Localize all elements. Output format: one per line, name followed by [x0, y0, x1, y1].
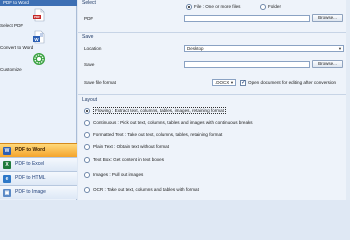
- nav-label: PDF to Word: [15, 147, 46, 153]
- sidebar: PDF to Word PDF Select PDF W Convert to …: [0, 0, 77, 200]
- save-section-title: Save: [82, 34, 94, 40]
- excel-icon: X: [3, 161, 11, 169]
- select-section-title: Select: [82, 0, 96, 6]
- layout-option-label: Plain Text : Obtain text without format: [93, 144, 170, 149]
- save-path-input[interactable]: [184, 61, 310, 68]
- chevron-down-icon: ▼: [230, 80, 234, 85]
- layout-option-label: OCR : Take out text, columns and tables …: [93, 187, 199, 192]
- layout-section-title: Layout: [82, 97, 98, 103]
- convert-word-icon: W: [32, 30, 46, 44]
- layout-option-flowing[interactable]: Flowing : Extract text, columns, tables,…: [84, 107, 346, 115]
- nav-label: PDF to Image: [15, 189, 46, 195]
- radio[interactable]: [84, 157, 90, 163]
- save-path-label: Save: [84, 62, 95, 67]
- sidebar-title: PDF to Word: [0, 0, 77, 6]
- select-pdf-label: Select PDF: [0, 23, 24, 28]
- vertical-scrollbar[interactable]: [346, 0, 350, 200]
- radio[interactable]: [84, 120, 90, 126]
- radio[interactable]: [84, 187, 90, 193]
- layout-option-continuous[interactable]: Continuous : Pick out text, columns, tab…: [84, 119, 346, 127]
- customize-button[interactable]: Customize: [0, 52, 77, 72]
- format-label: Save file format: [84, 80, 116, 85]
- main-panel: Select File : One or more files Folder P…: [78, 0, 350, 200]
- image-icon: ▣: [3, 189, 11, 197]
- nav-pdf-to-word[interactable]: W PDF to Word: [0, 143, 77, 157]
- nav-pdf-to-excel[interactable]: X PDF to Excel: [0, 157, 77, 171]
- format-value: .DOCX: [215, 80, 230, 85]
- location-select[interactable]: Desktop ▼: [184, 45, 344, 52]
- pdf-path-input[interactable]: [184, 15, 310, 22]
- html-icon: e: [3, 175, 11, 183]
- layout-option-label: Text Box: Get content in text boxes: [93, 157, 164, 162]
- layout-option-label: Formatted Text : Take out text, columns,…: [93, 132, 223, 137]
- radio[interactable]: [84, 144, 90, 150]
- location-value: Desktop: [187, 46, 204, 51]
- nav-label: PDF to Excel: [15, 161, 45, 167]
- layout-option-ocr[interactable]: OCR : Take out text, columns and tables …: [84, 186, 346, 194]
- file-radio[interactable]: [186, 4, 192, 10]
- save-browse-button[interactable]: Browse...: [312, 60, 343, 68]
- open-after-conversion-checkbox[interactable]: [240, 79, 246, 86]
- open-after-conversion-label: Open document for editing after conversi…: [248, 80, 337, 85]
- layout-option-label: Images : Pull out images: [93, 172, 144, 177]
- radio[interactable]: [84, 108, 90, 114]
- nav-pdf-to-image[interactable]: ▣ PDF to Image: [0, 185, 77, 199]
- location-label: Location: [84, 46, 102, 51]
- pdf-browse-button[interactable]: Browse...: [312, 14, 343, 22]
- folder-radio[interactable]: [260, 4, 266, 10]
- gear-icon: [32, 52, 46, 66]
- convert-to-word-button[interactable]: W Convert to Word: [0, 30, 77, 50]
- radio[interactable]: [84, 132, 90, 138]
- pdf-file-icon: PDF: [32, 8, 46, 22]
- nav-label: PDF to HTML: [15, 175, 46, 181]
- layout-option-images[interactable]: Images : Pull out images: [84, 171, 346, 179]
- radio[interactable]: [84, 172, 90, 178]
- folder-radio-label: Folder: [268, 4, 282, 9]
- customize-label: Customize: [0, 67, 22, 72]
- format-select[interactable]: .DOCX ▼: [212, 79, 236, 86]
- svg-text:PDF: PDF: [34, 15, 40, 19]
- nav-pdf-to-html[interactable]: e PDF to HTML: [0, 171, 77, 185]
- file-radio-label: File : One or more files: [194, 4, 241, 9]
- layout-option-plain-text[interactable]: Plain Text : Obtain text without format: [84, 143, 346, 151]
- layout-option-formatted-text[interactable]: Formatted Text : Take out text, columns,…: [84, 131, 346, 139]
- chevron-down-icon: ▼: [338, 46, 342, 51]
- layout-option-label: Continuous : Pick out text, columns, tab…: [93, 120, 253, 125]
- convert-to-word-label: Convert to Word: [0, 45, 34, 50]
- layout-option-text-box[interactable]: Text Box: Get content in text boxes: [84, 156, 346, 164]
- word-icon: W: [3, 147, 11, 155]
- layout-option-label: Flowing : Extract text, columns, tables,…: [93, 107, 226, 114]
- pdf-label: PDF: [84, 16, 94, 21]
- select-pdf-button[interactable]: PDF Select PDF: [0, 8, 77, 28]
